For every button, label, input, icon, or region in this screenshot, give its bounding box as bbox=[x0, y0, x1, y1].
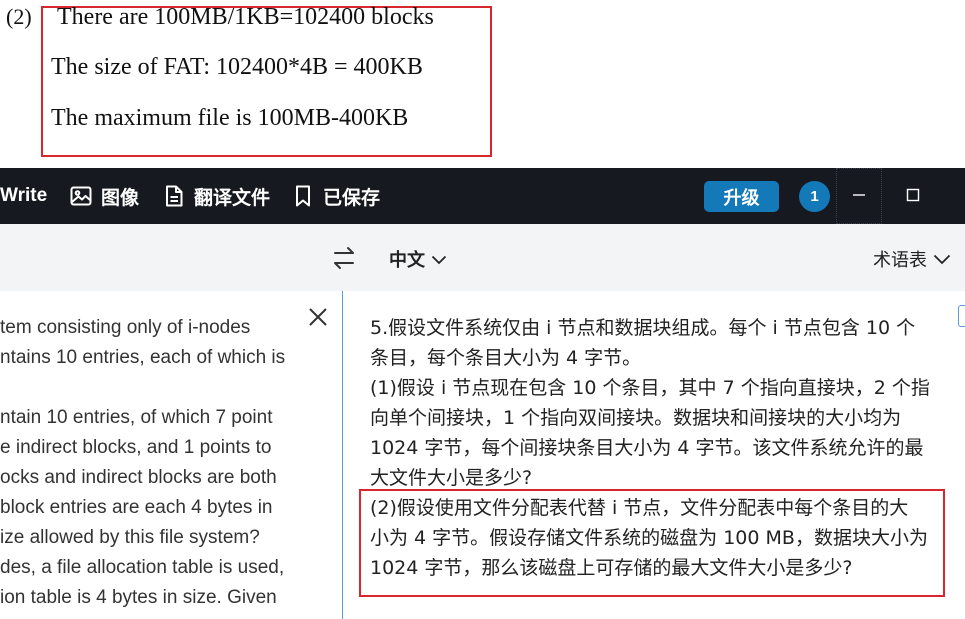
swap-languages-icon[interactable] bbox=[331, 245, 357, 271]
source-line: block entries are each 4 bytes in bbox=[0, 497, 273, 518]
source-line: e indirect blocks, and 1 points to bbox=[0, 437, 272, 458]
source-line: ion table is 4 bytes in size. Given bbox=[0, 587, 277, 608]
image-label: 图像 bbox=[101, 187, 140, 209]
chevron-down-icon bbox=[425, 249, 447, 270]
item-number: (2) bbox=[6, 4, 32, 29]
source-line: des, a file allocation table is used, bbox=[0, 557, 285, 578]
target-language-select[interactable]: 中文 bbox=[389, 246, 447, 272]
saved-label: 已保存 bbox=[323, 187, 381, 209]
translation-line: (1)假设 i 节点现在包含 10 个条目，其中 7 个指向直接块，2 个指 bbox=[370, 377, 930, 399]
source-line: ize allowed by this file system? bbox=[0, 527, 260, 548]
target-language-label: 中文 bbox=[389, 250, 425, 271]
screen: (2) There are 100MB/1KB=102400 blocks Th… bbox=[0, 0, 965, 619]
write-button[interactable]: Write bbox=[0, 168, 47, 224]
notification-badge[interactable]: 1 bbox=[799, 181, 830, 212]
translation-line: 条目，每个条目大小为 4 字节。 bbox=[370, 347, 642, 369]
glossary-label: 术语表 bbox=[873, 250, 927, 271]
chevron-down-icon bbox=[927, 249, 951, 270]
minimize-button[interactable] bbox=[836, 168, 882, 224]
document-icon bbox=[162, 184, 186, 208]
write-label: Write bbox=[0, 185, 48, 206]
translate-file-button[interactable]: 翻译文件 bbox=[162, 168, 270, 224]
translate-file-label: 翻译文件 bbox=[194, 187, 271, 209]
bookmark-icon bbox=[291, 184, 315, 208]
translation-line: 5.假设文件系统仅由 i 节点和数据块组成。每个 i 节点包含 10 个 bbox=[370, 317, 916, 339]
source-line: ocks and indirect blocks are both bbox=[0, 467, 277, 488]
source-line: ntain 10 entries, of which 7 point bbox=[0, 407, 273, 428]
upgrade-button[interactable]: 升级 bbox=[704, 181, 779, 212]
glossary-select[interactable]: 术语表 bbox=[873, 246, 951, 272]
minimize-icon bbox=[852, 187, 866, 206]
question-highlight-box bbox=[359, 489, 945, 597]
saved-button[interactable]: 已保存 bbox=[291, 168, 380, 224]
translation-line: 1024 字节，每个间接块条目大小为 4 字节。该文件系统允许的最 bbox=[370, 437, 924, 459]
doc-line-max-file: The maximum file is 100MB-400KB bbox=[51, 105, 409, 131]
image-icon bbox=[69, 184, 93, 208]
close-icon[interactable] bbox=[306, 305, 330, 329]
doc-line-fat-size: The size of FAT: 102400*4B = 400KB bbox=[51, 54, 423, 80]
image-button[interactable]: 图像 bbox=[69, 168, 139, 224]
document-snippet: (2) There are 100MB/1KB=102400 blocks Th… bbox=[0, 0, 965, 168]
translation-line: 向单个间接块，1 个指向双间接块。数据块和间接块的大小均为 bbox=[370, 407, 902, 429]
language-bar bbox=[0, 224, 965, 291]
copy-icon[interactable] bbox=[958, 305, 965, 327]
maximize-button[interactable] bbox=[890, 168, 936, 224]
source-line: tem consisting only of i-nodes bbox=[0, 317, 251, 338]
doc-line-blocks: There are 100MB/1KB=102400 blocks bbox=[57, 4, 434, 30]
source-line: ntains 10 entries, each of which is bbox=[0, 347, 286, 368]
maximize-icon bbox=[906, 187, 920, 206]
